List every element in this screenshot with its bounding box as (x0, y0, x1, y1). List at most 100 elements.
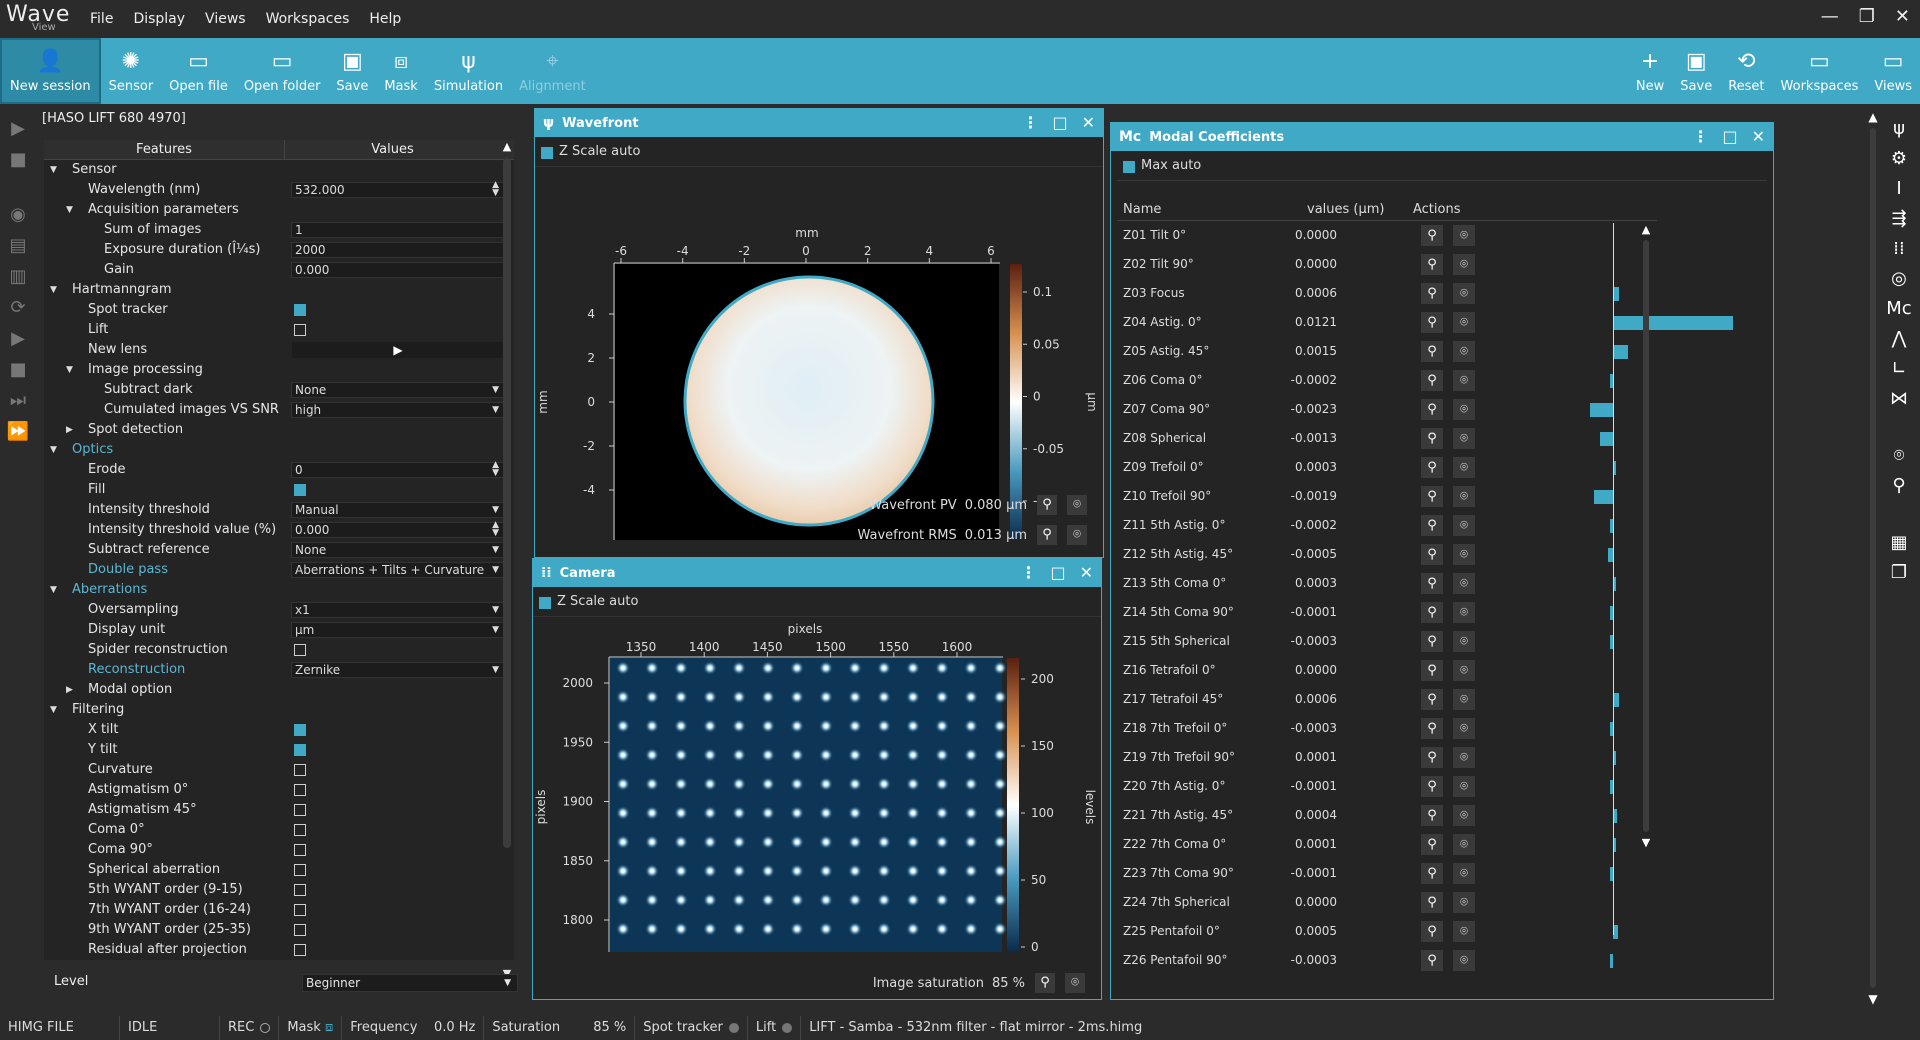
workspace-scrollbar[interactable]: ▲ ▼ (1868, 110, 1878, 1008)
sensor-button[interactable]: ✺ Sensor (101, 38, 162, 104)
zoom-icon[interactable]: ⚲ (1421, 486, 1443, 507)
feature-row[interactable]: ▼ Image processing (44, 360, 514, 380)
workspaces-button[interactable]: ▭ Workspaces (1773, 38, 1867, 104)
simulation-button[interactable]: ψ Simulation (426, 38, 511, 104)
zoom-icon[interactable]: ⚲ (1421, 921, 1443, 942)
feature-row[interactable]: New lens ▶ (44, 340, 514, 360)
feature-checkbox[interactable] (294, 884, 306, 896)
spinner-icon[interactable]: ▲ ▼ (492, 521, 499, 538)
feature-checkbox[interactable] (294, 844, 306, 856)
feature-checkbox[interactable] (294, 824, 306, 836)
feature-row[interactable]: Fill (44, 480, 514, 500)
zscale-checkbox[interactable] (541, 146, 553, 159)
close-icon[interactable]: ✕ (1082, 113, 1095, 132)
open-file-button[interactable]: ▭ Open file (161, 38, 236, 104)
cascade-icon[interactable]: ❐ (1891, 562, 1907, 583)
play-sequence-icon[interactable]: ▶ (11, 328, 25, 349)
pin-icon[interactable]: ⌾ (1453, 805, 1475, 826)
menu-workspaces[interactable]: Workspaces (256, 11, 360, 27)
feature-row[interactable]: Erode 0 ▲ ▼ (44, 460, 514, 480)
zoom-icon[interactable]: ⚲ (1421, 515, 1443, 536)
feature-row[interactable]: Sum of images 1 (44, 220, 514, 240)
feature-row[interactable]: Exposure duration (Î¼s) 2000 (44, 240, 514, 260)
zoom-icon[interactable]: ⚲ (1892, 475, 1905, 496)
feature-checkbox[interactable] (294, 484, 306, 496)
spinner-icon[interactable]: ▲ ▼ (492, 181, 499, 198)
pin-icon[interactable]: ⌾ (1453, 863, 1475, 884)
modal-scrollbar[interactable]: ▲ ▼ (1639, 223, 1653, 983)
feature-row[interactable]: Gain 0.000 (44, 260, 514, 280)
maximize-icon[interactable]: □ (1050, 563, 1065, 582)
split-icon[interactable]: ⇶ (1891, 208, 1906, 229)
fast-forward-icon[interactable]: ⏩ (7, 421, 29, 442)
feature-select[interactable]: x1 ▼ (291, 602, 504, 618)
new-session-button[interactable]: 👤 New session (0, 38, 101, 104)
pin-icon[interactable]: ⌾ (1453, 776, 1475, 797)
more-icon[interactable]: ⋮ (1022, 113, 1038, 132)
menu-help[interactable]: Help (359, 11, 411, 27)
open-folder-button[interactable]: ▭ Open folder (236, 38, 329, 104)
feature-spinbox[interactable]: 0.000 ▲ ▼ (291, 521, 504, 538)
scroll-up-icon[interactable]: ▲ (1868, 110, 1878, 124)
collapse-arrow-icon[interactable]: ▼ (50, 280, 57, 300)
feature-spinbox[interactable]: 532.000 ▲ ▼ (291, 181, 504, 198)
features-scrollbar[interactable]: ▲ ▼ (500, 140, 514, 980)
scroll-down-icon[interactable]: ▼ (1639, 836, 1653, 849)
feature-row[interactable]: Lift (44, 320, 514, 340)
minimize-icon[interactable]: — (1821, 6, 1839, 27)
save-workspace-button[interactable]: ▣ Save (1672, 38, 1720, 104)
pin-icon[interactable]: ⌾ (1067, 495, 1087, 515)
feature-input[interactable]: 1 (291, 222, 504, 238)
pin-icon[interactable]: ⌾ (1453, 689, 1475, 710)
feature-row[interactable]: 7th WYANT order (16-24) (44, 900, 514, 920)
level-select[interactable]: Beginner ▼ (302, 974, 518, 992)
camera-icon[interactable]: ◉ (10, 204, 26, 225)
new-lens-button[interactable]: ▶ (292, 342, 504, 358)
feature-row[interactable]: ▼ Hartmanngram (44, 280, 514, 300)
feature-row[interactable]: ▼ Acquisition parameters (44, 200, 514, 220)
views-button[interactable]: ▭ Views (1866, 38, 1920, 104)
collapse-arrow-icon[interactable]: ▼ (50, 580, 57, 600)
feature-input[interactable]: 0.000 (291, 262, 504, 278)
mask-button[interactable]: ⧈ Mask (376, 38, 425, 104)
feature-row[interactable]: Astigmatism 45° (44, 800, 514, 820)
feature-select[interactable]: None ▼ (291, 382, 504, 398)
feature-row[interactable]: Display unit µm ▼ (44, 620, 514, 640)
pin-icon[interactable]: ⌾ (1453, 515, 1475, 536)
zoom-icon[interactable]: ⚲ (1421, 341, 1443, 362)
zoom-icon[interactable]: ⚲ (1421, 312, 1443, 333)
target-icon[interactable]: ◎ (1891, 268, 1907, 289)
zoom-icon[interactable]: ⚲ (1421, 660, 1443, 681)
pin-icon[interactable]: ⌾ (1453, 254, 1475, 275)
stop-icon[interactable]: ■ (9, 149, 26, 170)
feature-checkbox[interactable] (294, 744, 306, 756)
zoom-icon[interactable]: ⚲ (1421, 370, 1443, 391)
collapse-arrow-icon[interactable]: ▼ (50, 440, 57, 460)
feature-checkbox[interactable] (294, 924, 306, 936)
pin-icon[interactable]: ⌾ (1453, 457, 1475, 478)
pin-icon[interactable]: ⌾ (1453, 399, 1475, 420)
feature-checkbox[interactable] (294, 724, 306, 736)
psf-icon[interactable]: ⋀ (1892, 328, 1907, 349)
collapse-arrow-icon[interactable]: ▼ (66, 200, 73, 220)
feature-spinbox[interactable]: 0 ▲ ▼ (291, 461, 504, 478)
pin-icon[interactable]: ⌾ (1453, 834, 1475, 855)
pin-icon[interactable]: ⌾ (1453, 544, 1475, 565)
pin-icon[interactable]: ⌾ (1453, 486, 1475, 507)
feature-row[interactable]: ▼ Sensor (44, 160, 514, 180)
feature-row[interactable]: Subtract dark None ▼ (44, 380, 514, 400)
feature-select[interactable]: Zernike ▼ (291, 662, 504, 678)
collapse-arrow-icon[interactable]: ▼ (50, 160, 57, 180)
feature-select[interactable]: Manual ▼ (291, 502, 504, 518)
menu-views[interactable]: Views (195, 11, 256, 27)
feature-checkbox[interactable] (294, 944, 306, 956)
zoom-icon[interactable]: ⚲ (1037, 525, 1057, 545)
feature-checkbox[interactable] (294, 784, 306, 796)
pin-icon[interactable]: ⌾ (1453, 312, 1475, 333)
feature-row[interactable]: Spot tracker (44, 300, 514, 320)
collapse-arrow-icon[interactable]: ▼ (66, 360, 73, 380)
feature-row[interactable]: ▶ Spot detection (44, 420, 514, 440)
zoom-icon[interactable]: ⚲ (1421, 544, 1443, 565)
feature-row[interactable]: Coma 0° (44, 820, 514, 840)
spinner-icon[interactable]: ▲ ▼ (492, 461, 499, 478)
